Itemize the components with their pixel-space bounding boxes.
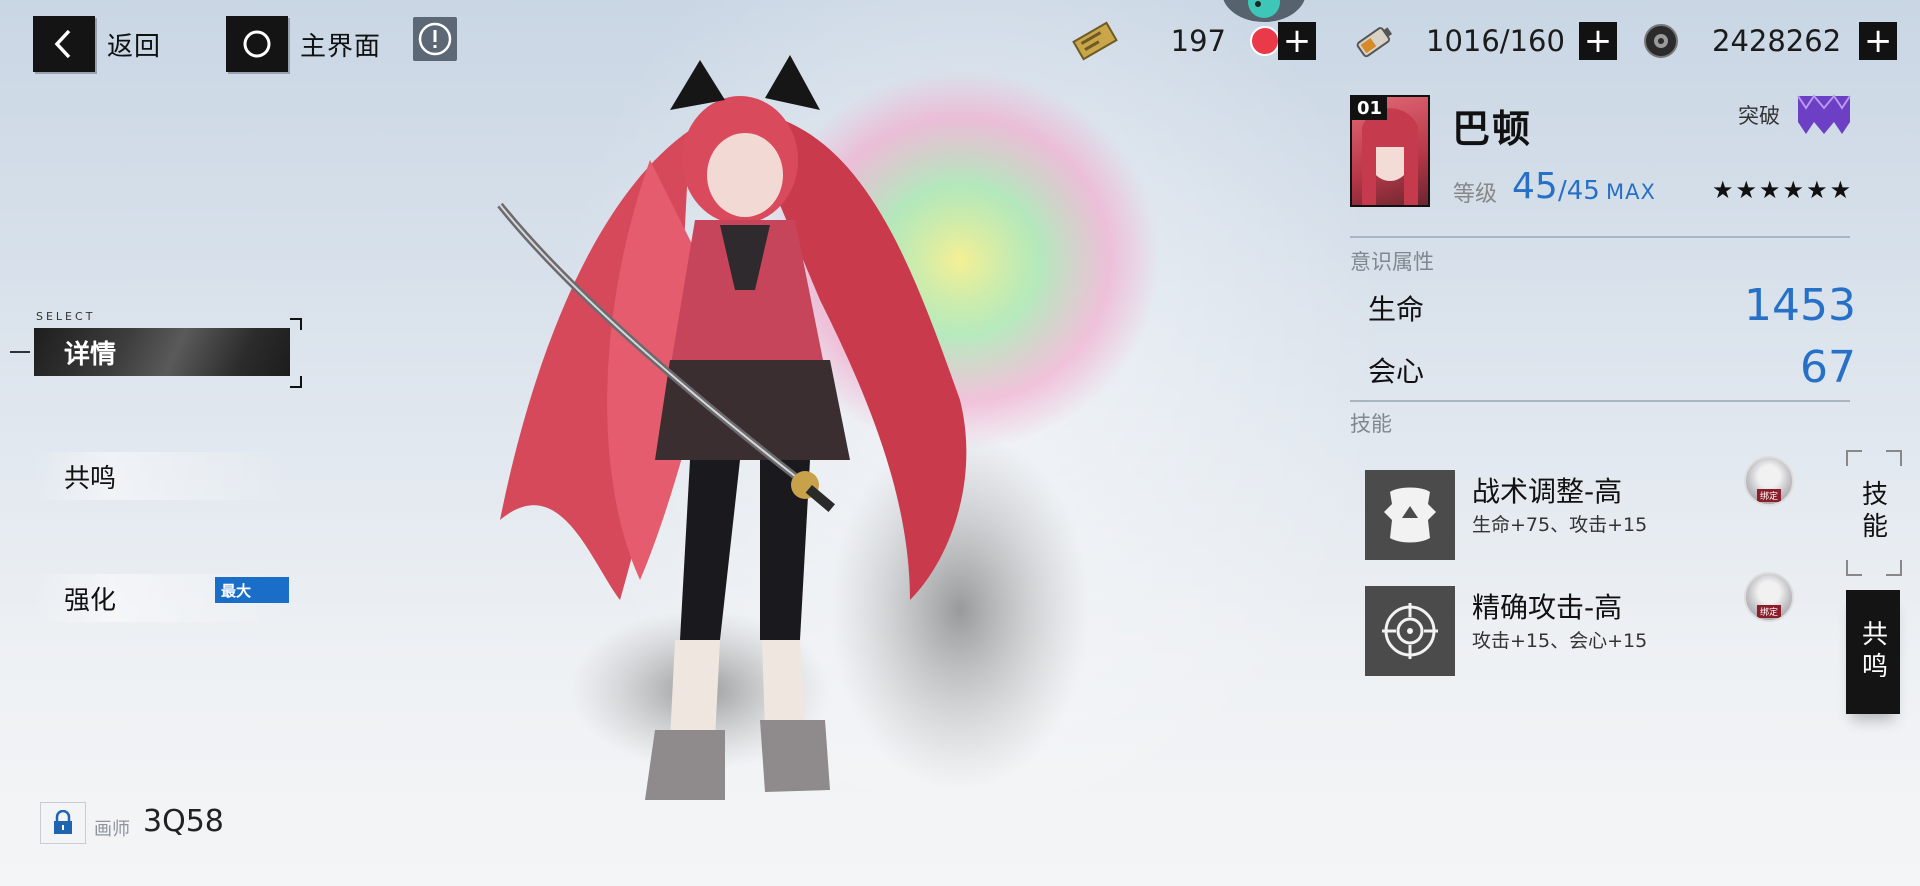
battery-icon [1356,27,1393,58]
skill-desc: 攻击+15、会心+15 [1472,630,1648,652]
home-button[interactable]: 主界面 [226,16,381,72]
bind-tag: 绑定 [1756,605,1782,618]
tab-resonance[interactable]: 共鸣 [1846,590,1900,714]
stat-hp-value: 1453 [1744,280,1856,331]
lock-icon [54,810,72,834]
portrait-slot-number: 01 [1352,97,1388,120]
artist-label: 画师 [94,819,130,840]
character-portrait: 01 [1350,95,1430,207]
divider [1350,236,1850,238]
chevron-left-icon [33,16,95,72]
skills-title: 技能 [1350,412,1392,436]
bracket-corner [290,318,302,330]
menu-item-label: 强化 [64,585,117,616]
star-rating: ★★★★★★ [1712,176,1854,204]
home-circle-icon [226,16,288,72]
back-button[interactable]: 返回 [33,16,161,72]
divider [1350,400,1850,402]
resource-coin: 2428262 + [1640,18,1898,64]
skill-precision-icon[interactable] [1365,586,1455,676]
home-label: 主界面 [300,31,382,62]
menu-pointer [10,351,30,353]
skill-bound-avatar[interactable]: 绑定 [1744,572,1794,622]
breakthrough-icon [1797,94,1851,134]
character-name: 巴顿 [1452,107,1533,151]
notification-dot [1250,26,1280,56]
menu-item-resonance[interactable]: 共鸣 [34,452,290,500]
level-value: 45 [1512,166,1558,207]
skill-bound-avatar[interactable]: 绑定 [1744,456,1794,506]
skill-name: 战术调整-高 [1472,475,1623,508]
max-tag: MAX [1606,180,1656,204]
character-illustration [497,55,1160,800]
resource-battery: 1016/160 + [1352,18,1617,64]
add-coin-button[interactable]: + [1859,22,1898,60]
menu-item-label: 详情 [64,339,117,370]
battery-count: 1016/160 [1426,24,1565,58]
back-label: 返回 [107,31,162,62]
artist-name: 3Q58 [143,804,224,839]
bind-tag: 绑定 [1756,489,1782,502]
gear-coin-icon [1644,24,1678,58]
add-battery-button[interactable]: + [1578,22,1617,60]
breakthrough-label: 突破 [1738,104,1780,128]
add-ticket-button[interactable]: + [1278,22,1316,60]
level-label: 等级 [1453,182,1498,207]
coin-count: 2428262 [1712,24,1842,58]
skill-tactical-icon[interactable] [1365,470,1455,560]
stat-hp-label: 生命 [1368,293,1425,326]
menu-item-details[interactable]: 详情 [34,328,290,376]
bracket-corner [290,376,302,388]
skill-desc: 生命+75、攻击+15 [1472,514,1648,536]
select-hint: SELECT [36,310,96,323]
menu-item-label: 共鸣 [64,463,117,494]
attributes-title: 意识属性 [1350,250,1434,274]
tab-skills[interactable]: 技能 [1846,450,1900,574]
stat-crit-value: 67 [1800,342,1856,393]
level-max-value: /45 [1558,176,1600,206]
skill-name: 精确攻击-高 [1472,591,1623,624]
lock-button[interactable] [40,802,86,844]
max-badge: 最大 [215,577,289,603]
stat-crit-label: 会心 [1368,355,1425,388]
